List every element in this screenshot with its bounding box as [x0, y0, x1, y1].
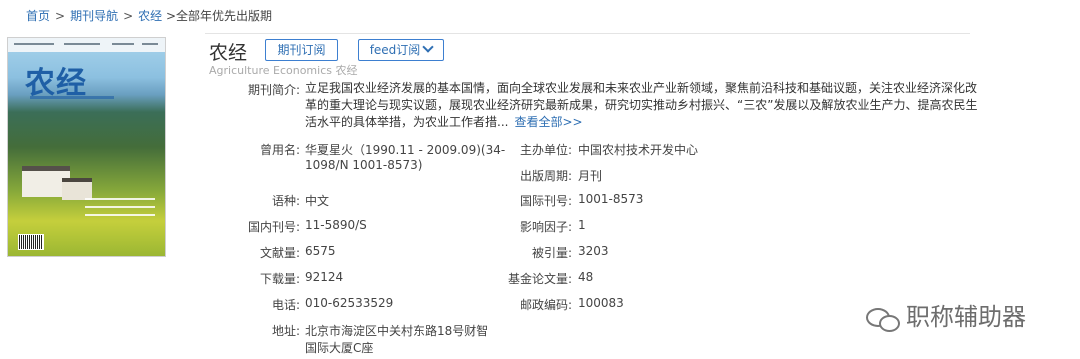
download-count-value: 92124 — [305, 270, 344, 284]
international-issn-value: 1001-8573 — [578, 192, 644, 206]
publication-cycle-value: 月刊 — [578, 169, 603, 183]
header-divider — [205, 33, 970, 34]
postal-code-label: 邮政编码: — [519, 298, 572, 312]
breadcrumb-journal-nav-link[interactable]: 期刊导航 — [70, 9, 118, 23]
watermark: 职称辅助器 — [866, 297, 1026, 332]
feed-subscribe-dropdown[interactable]: feed订阅 — [358, 39, 444, 61]
intro-text-block: 立足我国农业经济发展的基本国情，面向全球农业发展和未来农业产业新领域，聚焦前沿科… — [305, 80, 985, 131]
cover-house-shape — [62, 178, 92, 200]
language-label: 语种: — [271, 194, 300, 208]
feed-subscribe-label: feed订阅 — [369, 43, 421, 57]
address-value: 北京市海淀区中关村东路18号财智 — [305, 324, 489, 338]
phone-value: 010-62533529 — [305, 296, 394, 310]
impact-factor-value: 1 — [578, 218, 586, 232]
citation-count-label: 被引量: — [531, 246, 572, 260]
cover-subtitle-bar — [30, 96, 114, 99]
journal-english-title: Agriculture Economics 农经 — [209, 64, 358, 77]
breadcrumb-current: >全部年优先出版期 — [166, 9, 273, 23]
former-name-label: 曾用名: — [259, 143, 300, 157]
breadcrumb-separator: > — [123, 9, 134, 23]
international-issn-label: 国际刊号: — [519, 194, 572, 208]
journal-title: 农经 — [209, 42, 248, 64]
former-name-value-line2: 1098/N 1001-8573) — [305, 158, 423, 172]
cover-caption-line — [85, 198, 155, 200]
cover-header-strip — [8, 38, 165, 52]
cover-caption-line — [85, 214, 155, 216]
breadcrumb-category-link[interactable]: 农经 — [138, 9, 162, 23]
citation-count-value: 3203 — [578, 244, 609, 258]
intro-text: 立足我国农业经济发展的基本国情，面向全球农业发展和未来农业产业新领域，聚焦前沿科… — [305, 81, 978, 129]
intro-label: 期刊简介: — [247, 83, 300, 97]
wechat-icon — [866, 306, 900, 332]
sponsor-value: 中国农村技术开发中心 — [578, 143, 699, 157]
domestic-issn-value: 11-5890/S — [305, 218, 367, 232]
watermark-text: 职称辅助器 — [906, 303, 1026, 331]
download-count-label: 下载量: — [259, 272, 300, 286]
breadcrumb: 首页 > 期刊导航 > 农经 >全部年优先出版期 — [26, 7, 272, 24]
article-count-value: 6575 — [305, 244, 336, 258]
address-value-line2: 国际大厦C座 — [305, 341, 374, 355]
language-value: 中文 — [305, 194, 330, 208]
address-label: 地址: — [271, 324, 300, 338]
former-name-value: 华夏星火（1990.11 - 2009.09)(34- — [305, 143, 506, 157]
chevron-down-icon — [422, 41, 434, 53]
article-count-label: 文献量: — [259, 246, 300, 260]
journal-cover-image[interactable]: 农经 — [7, 37, 166, 257]
breadcrumb-home-link[interactable]: 首页 — [26, 9, 50, 23]
domestic-issn-label: 国内刊号: — [247, 220, 300, 234]
postal-code-value: 100083 — [578, 296, 624, 310]
cover-barcode — [18, 234, 44, 250]
cover-caption-line — [85, 206, 155, 208]
phone-label: 电话: — [271, 298, 300, 312]
breadcrumb-separator: > — [55, 9, 66, 23]
sponsor-label: 主办单位: — [519, 143, 572, 157]
funded-paper-count-value: 48 — [578, 270, 594, 284]
impact-factor-label: 影响因子: — [519, 220, 572, 234]
view-all-link[interactable]: 查看全部>> — [514, 115, 582, 129]
journal-subscribe-button[interactable]: 期刊订阅 — [265, 39, 338, 61]
funded-paper-count-label: 基金论文量: — [507, 272, 572, 286]
publication-cycle-label: 出版周期: — [519, 169, 572, 183]
